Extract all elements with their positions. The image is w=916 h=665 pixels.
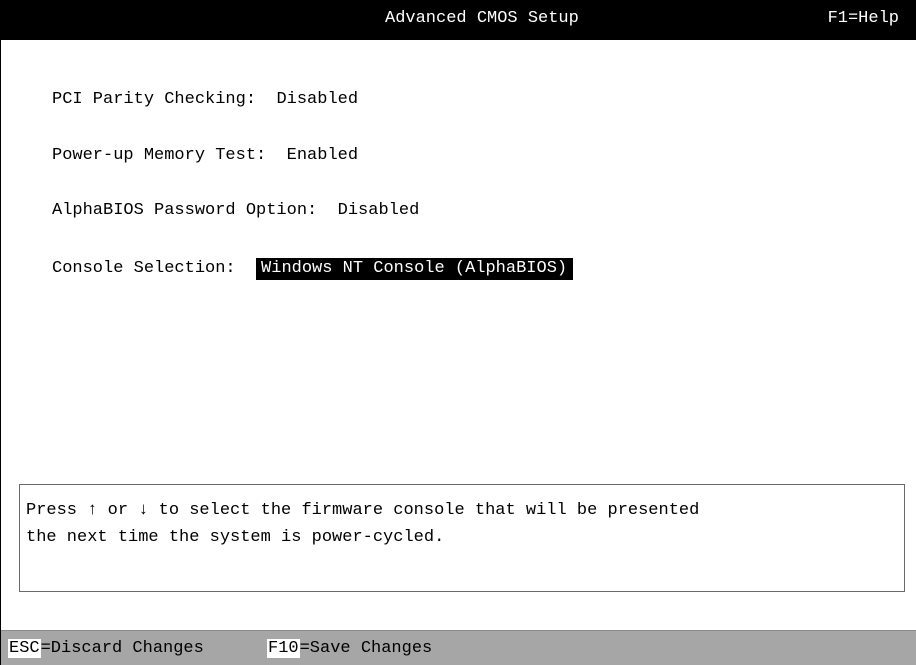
setting-pci-parity-checking[interactable]: PCI Parity Checking: Disabled xyxy=(52,89,358,111)
discard-changes-hint[interactable]: ESC=Discard Changes xyxy=(8,638,204,660)
setting-value[interactable]: Enabled xyxy=(287,146,358,165)
title-bar: Advanced CMOS Setup F1=Help xyxy=(1,0,916,40)
f10-key: F10 xyxy=(267,639,300,658)
save-changes-hint[interactable]: F10=Save Changes xyxy=(267,638,432,660)
page-title: Advanced CMOS Setup xyxy=(385,9,579,28)
setting-power-up-memory-test[interactable]: Power-up Memory Test: Enabled xyxy=(52,145,358,167)
status-bar: ESC=Discard Changes F10=Save Changes xyxy=(1,630,916,665)
esc-key: ESC xyxy=(8,639,41,658)
setting-value-selected[interactable]: Windows NT Console (AlphaBIOS) xyxy=(256,258,574,280)
setting-alphabios-password-option[interactable]: AlphaBIOS Password Option: Disabled xyxy=(52,200,419,222)
f10-action-label: =Save Changes xyxy=(299,639,433,658)
setting-value[interactable]: Disabled xyxy=(276,90,358,109)
help-text-line: Press ↑ or ↓ to select the firmware cons… xyxy=(26,501,700,520)
setting-label: PCI Parity Checking: xyxy=(52,90,257,109)
help-key-hint[interactable]: F1=Help xyxy=(828,9,899,28)
help-text-line: the next time the system is power-cycled… xyxy=(26,528,445,547)
esc-action-label: =Discard Changes xyxy=(40,639,204,658)
setting-label: AlphaBIOS Password Option: xyxy=(52,201,318,220)
setting-label: Console Selection: xyxy=(52,259,236,278)
setting-console-selection[interactable]: Console Selection: Windows NT Console (A… xyxy=(52,258,574,280)
setting-value[interactable]: Disabled xyxy=(338,201,420,220)
bios-screen: Advanced CMOS Setup F1=Help PCI Parity C… xyxy=(0,0,916,665)
help-box: Press ↑ or ↓ to select the firmware cons… xyxy=(19,484,905,592)
setting-label: Power-up Memory Test: xyxy=(52,146,267,165)
